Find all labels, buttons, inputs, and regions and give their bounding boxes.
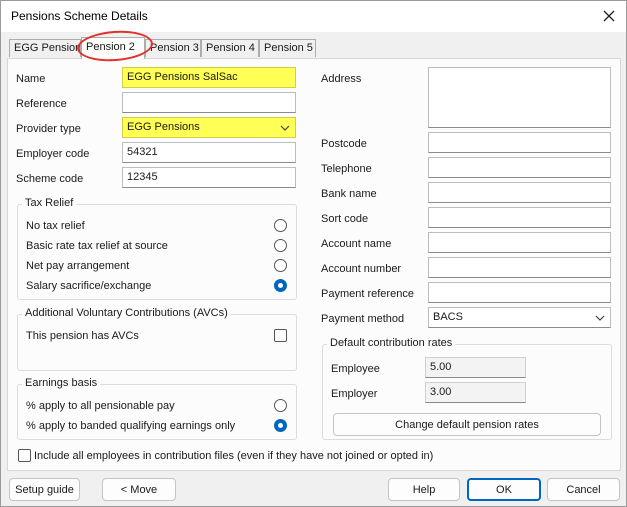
avcs-group: Additional Voluntary Contributions (AVCs… bbox=[17, 307, 297, 371]
help-button[interactable]: Help bbox=[388, 478, 460, 501]
payment-method-select[interactable]: BACS bbox=[428, 307, 611, 328]
telephone-label: Telephone bbox=[321, 163, 372, 175]
ok-button[interactable]: OK bbox=[467, 478, 541, 501]
default-rates-title: Default contribution rates bbox=[327, 337, 456, 349]
sort-code-field[interactable] bbox=[428, 207, 611, 228]
payment-reference-field[interactable] bbox=[428, 282, 611, 303]
net-pay-label: Net pay arrangement bbox=[26, 260, 130, 272]
payment-method-label: Payment method bbox=[321, 313, 405, 325]
basic-rate-label: Basic rate tax relief at source bbox=[26, 240, 168, 252]
avcs-title: Additional Voluntary Contributions (AVCs… bbox=[22, 307, 231, 319]
dialog-window: Pensions Scheme Details EGG Pensions Pen… bbox=[0, 0, 627, 507]
address-label: Address bbox=[321, 73, 362, 85]
sort-code-label: Sort code bbox=[321, 213, 369, 225]
tab-pension-4[interactable]: Pension 4 bbox=[201, 39, 259, 57]
scheme-code-field[interactable]: 12345 bbox=[122, 167, 296, 188]
employer-code-label: Employer code bbox=[16, 148, 90, 160]
tab-pension-3[interactable]: Pension 3 bbox=[145, 39, 201, 57]
banded-earnings-label: % apply to banded qualifying earnings on… bbox=[26, 420, 236, 432]
title-bar: Pensions Scheme Details bbox=[1, 1, 626, 32]
telephone-field[interactable] bbox=[428, 157, 611, 178]
postcode-label: Postcode bbox=[321, 138, 367, 150]
tab-pension-5[interactable]: Pension 5 bbox=[259, 39, 316, 57]
payment-method-value: BACS bbox=[433, 311, 463, 323]
employer-rate-label: Employer bbox=[331, 388, 378, 400]
all-pensionable-label: % apply to all pensionable pay bbox=[26, 400, 175, 412]
postcode-field[interactable] bbox=[428, 132, 611, 153]
tab-label: Pension 3 bbox=[150, 42, 199, 54]
all-pensionable-radio[interactable] bbox=[274, 399, 287, 412]
no-tax-relief-label: No tax relief bbox=[26, 220, 85, 232]
no-tax-relief-radio[interactable] bbox=[274, 219, 287, 232]
include-all-label: Include all employees in contribution fi… bbox=[34, 450, 434, 462]
bank-name-label: Bank name bbox=[321, 188, 377, 200]
scheme-code-label: Scheme code bbox=[16, 173, 84, 185]
employee-rate-label: Employee bbox=[331, 363, 380, 375]
has-avcs-label: This pension has AVCs bbox=[26, 330, 139, 342]
tab-label: Pension 4 bbox=[206, 42, 255, 54]
employer-rate-field: 3.00 bbox=[425, 382, 526, 403]
bank-name-field[interactable] bbox=[428, 182, 611, 203]
reference-label: Reference bbox=[16, 98, 67, 110]
basic-rate-radio[interactable] bbox=[274, 239, 287, 252]
name-label: Name bbox=[16, 73, 46, 85]
salary-sacrifice-label: Salary sacrifice/exchange bbox=[26, 280, 152, 292]
setup-guide-button[interactable]: Setup guide bbox=[9, 478, 80, 501]
provider-type-value: EGG Pensions bbox=[127, 121, 200, 133]
employee-rate-field: 5.00 bbox=[425, 357, 526, 378]
account-number-label: Account number bbox=[321, 263, 402, 275]
address-field[interactable] bbox=[428, 67, 611, 128]
close-icon bbox=[603, 10, 615, 22]
account-number-field[interactable] bbox=[428, 257, 611, 278]
payment-reference-label: Payment reference bbox=[321, 288, 414, 300]
name-field[interactable]: EGG Pensions SalSac bbox=[122, 67, 296, 88]
net-pay-radio[interactable] bbox=[274, 259, 287, 272]
chevron-down-icon bbox=[280, 125, 290, 131]
window-title: Pensions Scheme Details bbox=[11, 9, 148, 23]
close-button[interactable] bbox=[598, 5, 620, 27]
change-default-rates-button[interactable]: Change default pension rates bbox=[333, 413, 601, 436]
account-name-label: Account name bbox=[321, 238, 392, 250]
provider-type-label: Provider type bbox=[16, 123, 81, 135]
banded-earnings-radio[interactable] bbox=[274, 419, 287, 432]
provider-type-select[interactable]: EGG Pensions bbox=[122, 117, 296, 138]
reference-field[interactable] bbox=[122, 92, 296, 113]
employer-code-field[interactable]: 54321 bbox=[122, 142, 296, 163]
tab-label: EGG Pensions bbox=[14, 42, 81, 54]
earnings-basis-title: Earnings basis bbox=[22, 377, 101, 389]
move-button[interactable]: < Move bbox=[102, 478, 176, 501]
cancel-button[interactable]: Cancel bbox=[547, 478, 620, 501]
account-name-field[interactable] bbox=[428, 232, 611, 253]
include-all-checkbox[interactable] bbox=[18, 449, 31, 462]
chevron-down-icon bbox=[595, 315, 605, 321]
has-avcs-checkbox[interactable] bbox=[274, 329, 287, 342]
salary-sacrifice-radio[interactable] bbox=[274, 279, 287, 292]
tab-label: Pension 5 bbox=[264, 42, 313, 54]
tax-relief-title: Tax Relief bbox=[22, 197, 77, 209]
tab-egg-pensions[interactable]: EGG Pensions bbox=[9, 39, 81, 57]
